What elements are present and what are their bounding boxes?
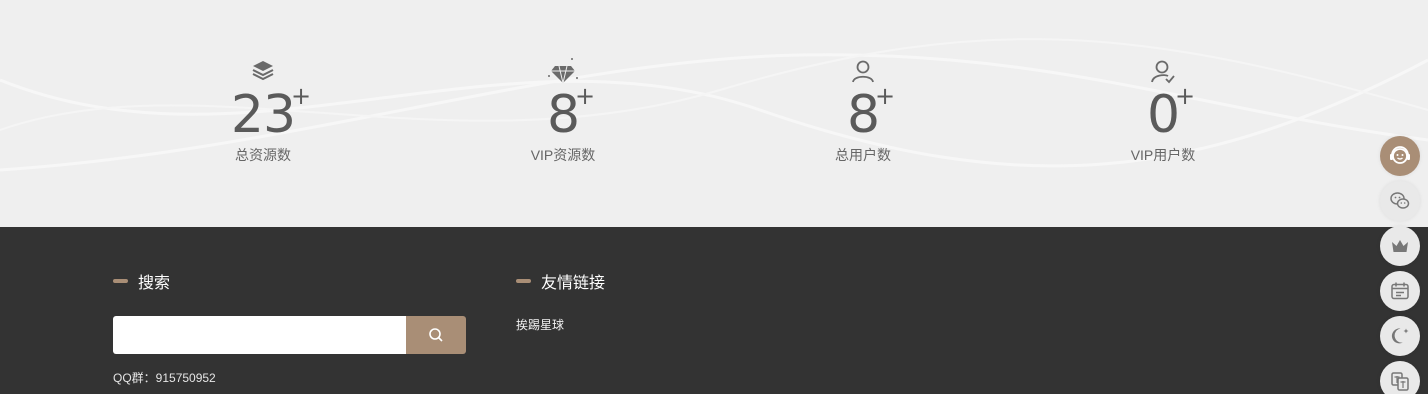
stat-value: 23 [230,85,296,145]
stat-vip-users: 0 + VIP用户数 [1073,56,1253,164]
stat-label: 总用户数 [835,147,891,163]
layers-icon [252,61,274,81]
user-check-icon [1151,60,1175,84]
stat-label: VIP用户数 [1130,147,1196,163]
search-button[interactable] [406,316,466,354]
dark-mode-button[interactable] [1380,316,1420,356]
customer-service-icon [1390,146,1410,164]
moon-icon [1391,328,1409,344]
search-icon [429,328,443,342]
stat-plus: + [290,82,312,110]
stat-label: VIP资源数 [530,147,596,163]
search-heading-label: 搜索 [138,275,171,292]
stat-plus: + [574,82,596,110]
search-heading: 搜索 [113,269,170,293]
calendar-icon [1391,282,1409,300]
stats-section: 23 + 总资源数 8 + VIP资源数 8 + 总用户数 0 + VIP用户数 [0,0,1428,227]
crown-icon [1392,240,1408,252]
translate-button[interactable] [1380,361,1420,394]
heading-accent-bar [516,279,531,283]
wechat-icon [1390,192,1410,209]
stat-vip-resources: 8 + VIP资源数 [473,56,653,164]
footer: 搜索 QQ群：915750952 友情链接 挨踢星球 [0,227,1428,394]
search-form [113,316,466,354]
customer-service-button[interactable] [1380,136,1420,176]
vip-button[interactable] [1380,226,1420,266]
search-input[interactable] [113,316,406,354]
stat-plus: + [1174,82,1196,110]
links-heading-label: 友情链接 [541,275,606,292]
checkin-button[interactable] [1380,271,1420,311]
friend-link[interactable]: 挨踢星球 [516,316,564,333]
stat-label: 总资源数 [235,147,291,163]
translate-icon [1391,372,1409,391]
heading-accent-bar [113,279,128,283]
wechat-button[interactable] [1380,181,1420,221]
stat-total-resources: 23 + 总资源数 [173,56,353,164]
stat-plus: + [874,82,896,110]
stat-total-users: 8 + 总用户数 [773,56,953,164]
user-icon [852,60,874,83]
links-heading: 友情链接 [516,269,605,293]
qq-group-text: QQ群：915750952 [113,371,216,385]
